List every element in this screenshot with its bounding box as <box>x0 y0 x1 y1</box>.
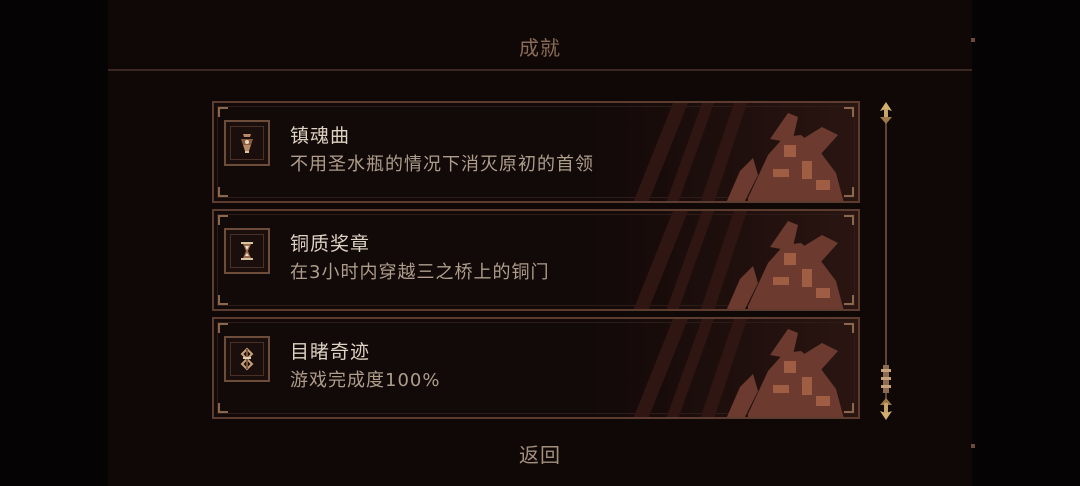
rune-icon <box>240 347 254 371</box>
corner-ornament <box>218 295 228 305</box>
corner-ornament <box>844 323 854 333</box>
achievement-scrollbar[interactable] <box>875 101 897 420</box>
corner-ornament <box>844 107 854 117</box>
armored-knight-art <box>633 211 844 309</box>
achievement-description: 在3小时内穿越三之桥上的铜门 <box>290 262 550 283</box>
achievement-badge <box>224 336 270 382</box>
scroll-down-icon[interactable] <box>876 397 896 421</box>
hourglass-icon <box>241 242 253 260</box>
achievement-badge <box>224 120 270 166</box>
title-divider <box>108 69 972 71</box>
scrollbar-thumb[interactable] <box>881 365 891 393</box>
achievement-card[interactable]: 镇魂曲 不用圣水瓶的情况下消灭原初的首领 <box>212 101 860 203</box>
corner-ornament <box>844 187 854 197</box>
achievement-card[interactable]: 目睹奇迹 游戏完成度100% <box>212 317 860 419</box>
corner-ornament <box>218 403 228 413</box>
achievement-description: 游戏完成度100% <box>290 370 441 391</box>
achievement-description: 不用圣水瓶的情况下消灭原初的首领 <box>290 154 594 175</box>
corner-ornament <box>218 187 228 197</box>
achievement-name: 铜质奖章 <box>290 233 371 255</box>
page-title: 成就 <box>519 36 561 60</box>
achievement-card[interactable]: 铜质奖章 在3小时内穿越三之桥上的铜门 <box>212 209 860 311</box>
back-button[interactable]: 返回 <box>0 439 1080 468</box>
armored-knight-art <box>633 319 844 417</box>
corner-ornament <box>218 107 228 117</box>
urn-icon <box>241 134 253 153</box>
corner-ornament <box>844 215 854 225</box>
corner-ornament <box>218 215 228 225</box>
achievement-badge <box>224 228 270 274</box>
achievement-name: 目睹奇迹 <box>290 341 371 363</box>
scroll-up-icon[interactable] <box>876 101 896 125</box>
armored-knight-art <box>633 103 844 201</box>
corner-ornament <box>844 403 854 413</box>
achievements-screen: 成就 镇魂曲 不用圣水瓶的情况下消灭原初的首领 铜质奖章 在3小时内穿越三之桥上… <box>0 0 1080 486</box>
corner-ornament <box>844 295 854 305</box>
corner-ornament <box>218 323 228 333</box>
frame-ornament <box>971 38 975 42</box>
achievement-name: 镇魂曲 <box>290 125 351 147</box>
